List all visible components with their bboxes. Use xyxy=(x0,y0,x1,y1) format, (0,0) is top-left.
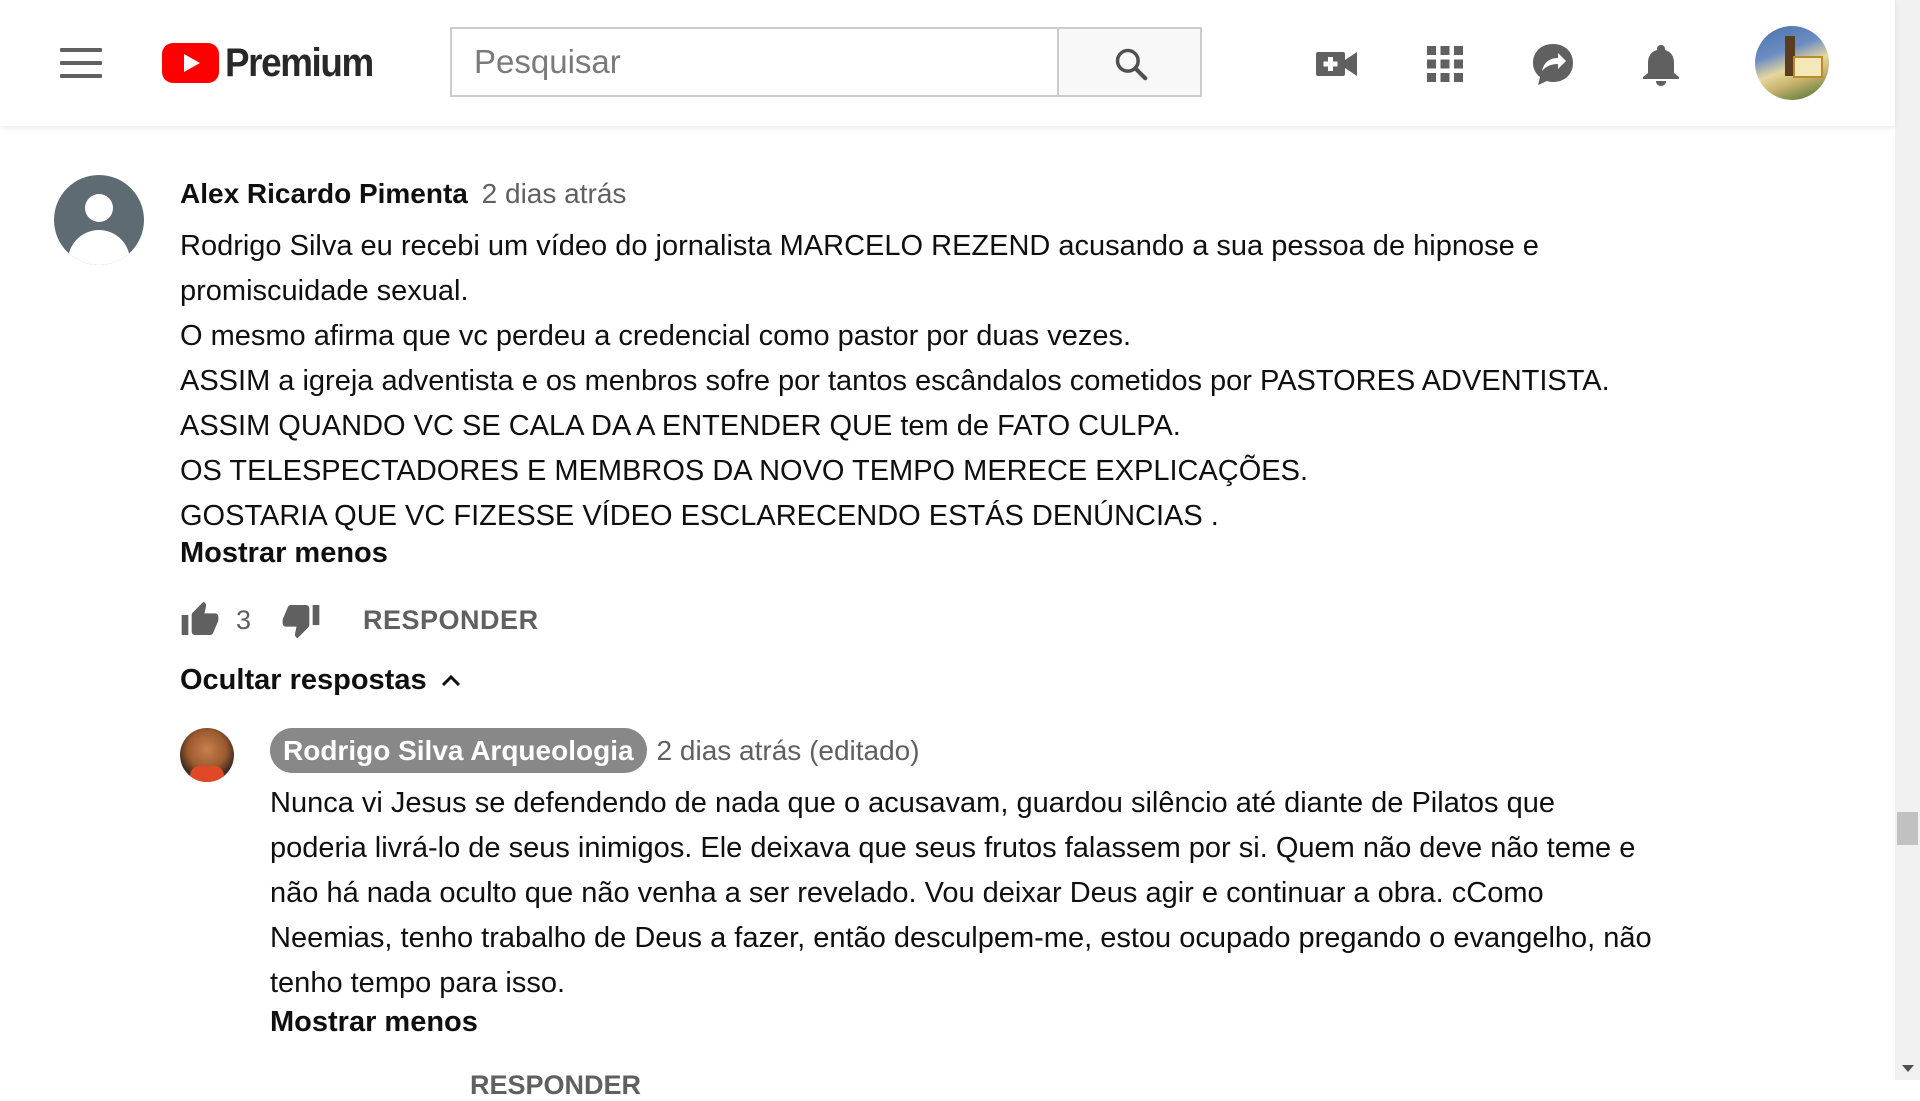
dislike-button[interactable] xyxy=(281,600,321,640)
comment-line: OS TELESPECTADORES E MEMBROS DA NOVO TEM… xyxy=(180,455,1309,487)
hide-replies-button[interactable]: Ocultar respostas xyxy=(180,664,463,697)
reply-button[interactable]: RESPONDER xyxy=(363,605,539,636)
scroll-down-arrow-icon[interactable] xyxy=(1902,1065,1914,1072)
thumbs-down-icon xyxy=(282,605,320,639)
search-input[interactable] xyxy=(452,29,1057,95)
reply-line: tenho tempo para isso. xyxy=(270,967,566,999)
comment-line: ASSIM a igreja adventista e os menbros s… xyxy=(180,365,1610,397)
reply-author-avatar[interactable] xyxy=(180,728,234,782)
reply-line: Neemias, tenho trabalho de Deus a fazer,… xyxy=(270,922,1652,954)
reply-action-bar-cutoff: RESPONDER xyxy=(270,1070,641,1101)
chevron-up-icon xyxy=(441,674,460,686)
messages-icon[interactable] xyxy=(1529,40,1577,88)
apps-grid-icon[interactable] xyxy=(1421,40,1469,88)
scrollbar-thumb[interactable] xyxy=(1897,812,1918,845)
logo-text: Premium xyxy=(225,40,374,85)
comment-line: ASSIM QUANDO VC SE CALA DA A ENTENDER QU… xyxy=(180,410,1181,442)
comment-header: Alex Ricardo Pimenta 2 dias atrás xyxy=(180,178,626,210)
comment-text: Rodrigo Silva eu recebi um vídeo do jorn… xyxy=(180,224,1760,539)
reply-header: Rodrigo Silva Arqueologia 2 dias atrás (… xyxy=(270,728,920,773)
comment-line: promiscuidade sexual. xyxy=(180,275,469,307)
masthead: Premium xyxy=(0,0,1895,126)
hide-replies-label: Ocultar respostas xyxy=(180,664,427,696)
search-icon xyxy=(1115,48,1148,81)
show-less-button[interactable]: Mostrar menos xyxy=(180,537,388,570)
search-box[interactable] xyxy=(450,27,1057,97)
reply-author-badge[interactable]: Rodrigo Silva Arqueologia xyxy=(270,728,647,773)
menu-icon[interactable] xyxy=(60,48,102,78)
commenter-avatar[interactable] xyxy=(54,175,144,265)
comment-line: GOSTARIA QUE VC FIZESSE VÍDEO ESCLARECEN… xyxy=(180,500,1219,532)
comment-line: O mesmo afirma que vc perdeu a credencia… xyxy=(180,320,1132,352)
reply-show-less-button[interactable]: Mostrar menos xyxy=(270,1006,478,1039)
reply-line: não há nada oculto que não venha a ser r… xyxy=(270,877,1544,909)
notifications-bell-icon[interactable] xyxy=(1637,40,1685,88)
reply-text: Nunca vi Jesus se defendendo de nada que… xyxy=(270,781,1770,1006)
comment-action-bar: 3 RESPONDER xyxy=(180,600,539,640)
reply-line: Nunca vi Jesus se defendendo de nada que… xyxy=(270,787,1555,819)
youtube-play-icon xyxy=(162,43,219,83)
reply-reply-button[interactable]: RESPONDER xyxy=(470,1070,641,1100)
account-avatar[interactable] xyxy=(1755,26,1829,100)
thumbs-up-icon xyxy=(181,601,219,635)
like-count: 3 xyxy=(236,604,252,635)
comment-author[interactable]: Alex Ricardo Pimenta xyxy=(180,178,468,209)
comment-time[interactable]: 2 dias atrás xyxy=(482,178,627,209)
search-button[interactable] xyxy=(1057,27,1202,97)
comment-line: Rodrigo Silva eu recebi um vídeo do jorn… xyxy=(180,230,1539,262)
reply-time[interactable]: 2 dias atrás (editado) xyxy=(657,735,920,767)
like-button[interactable] xyxy=(180,600,220,640)
youtube-premium-logo[interactable]: Premium xyxy=(162,40,386,86)
create-video-icon[interactable] xyxy=(1313,40,1361,88)
scrollbar-track[interactable] xyxy=(1895,0,1920,1080)
reply-line: poderia livrá-lo de seus inimigos. Ele d… xyxy=(270,832,1636,864)
